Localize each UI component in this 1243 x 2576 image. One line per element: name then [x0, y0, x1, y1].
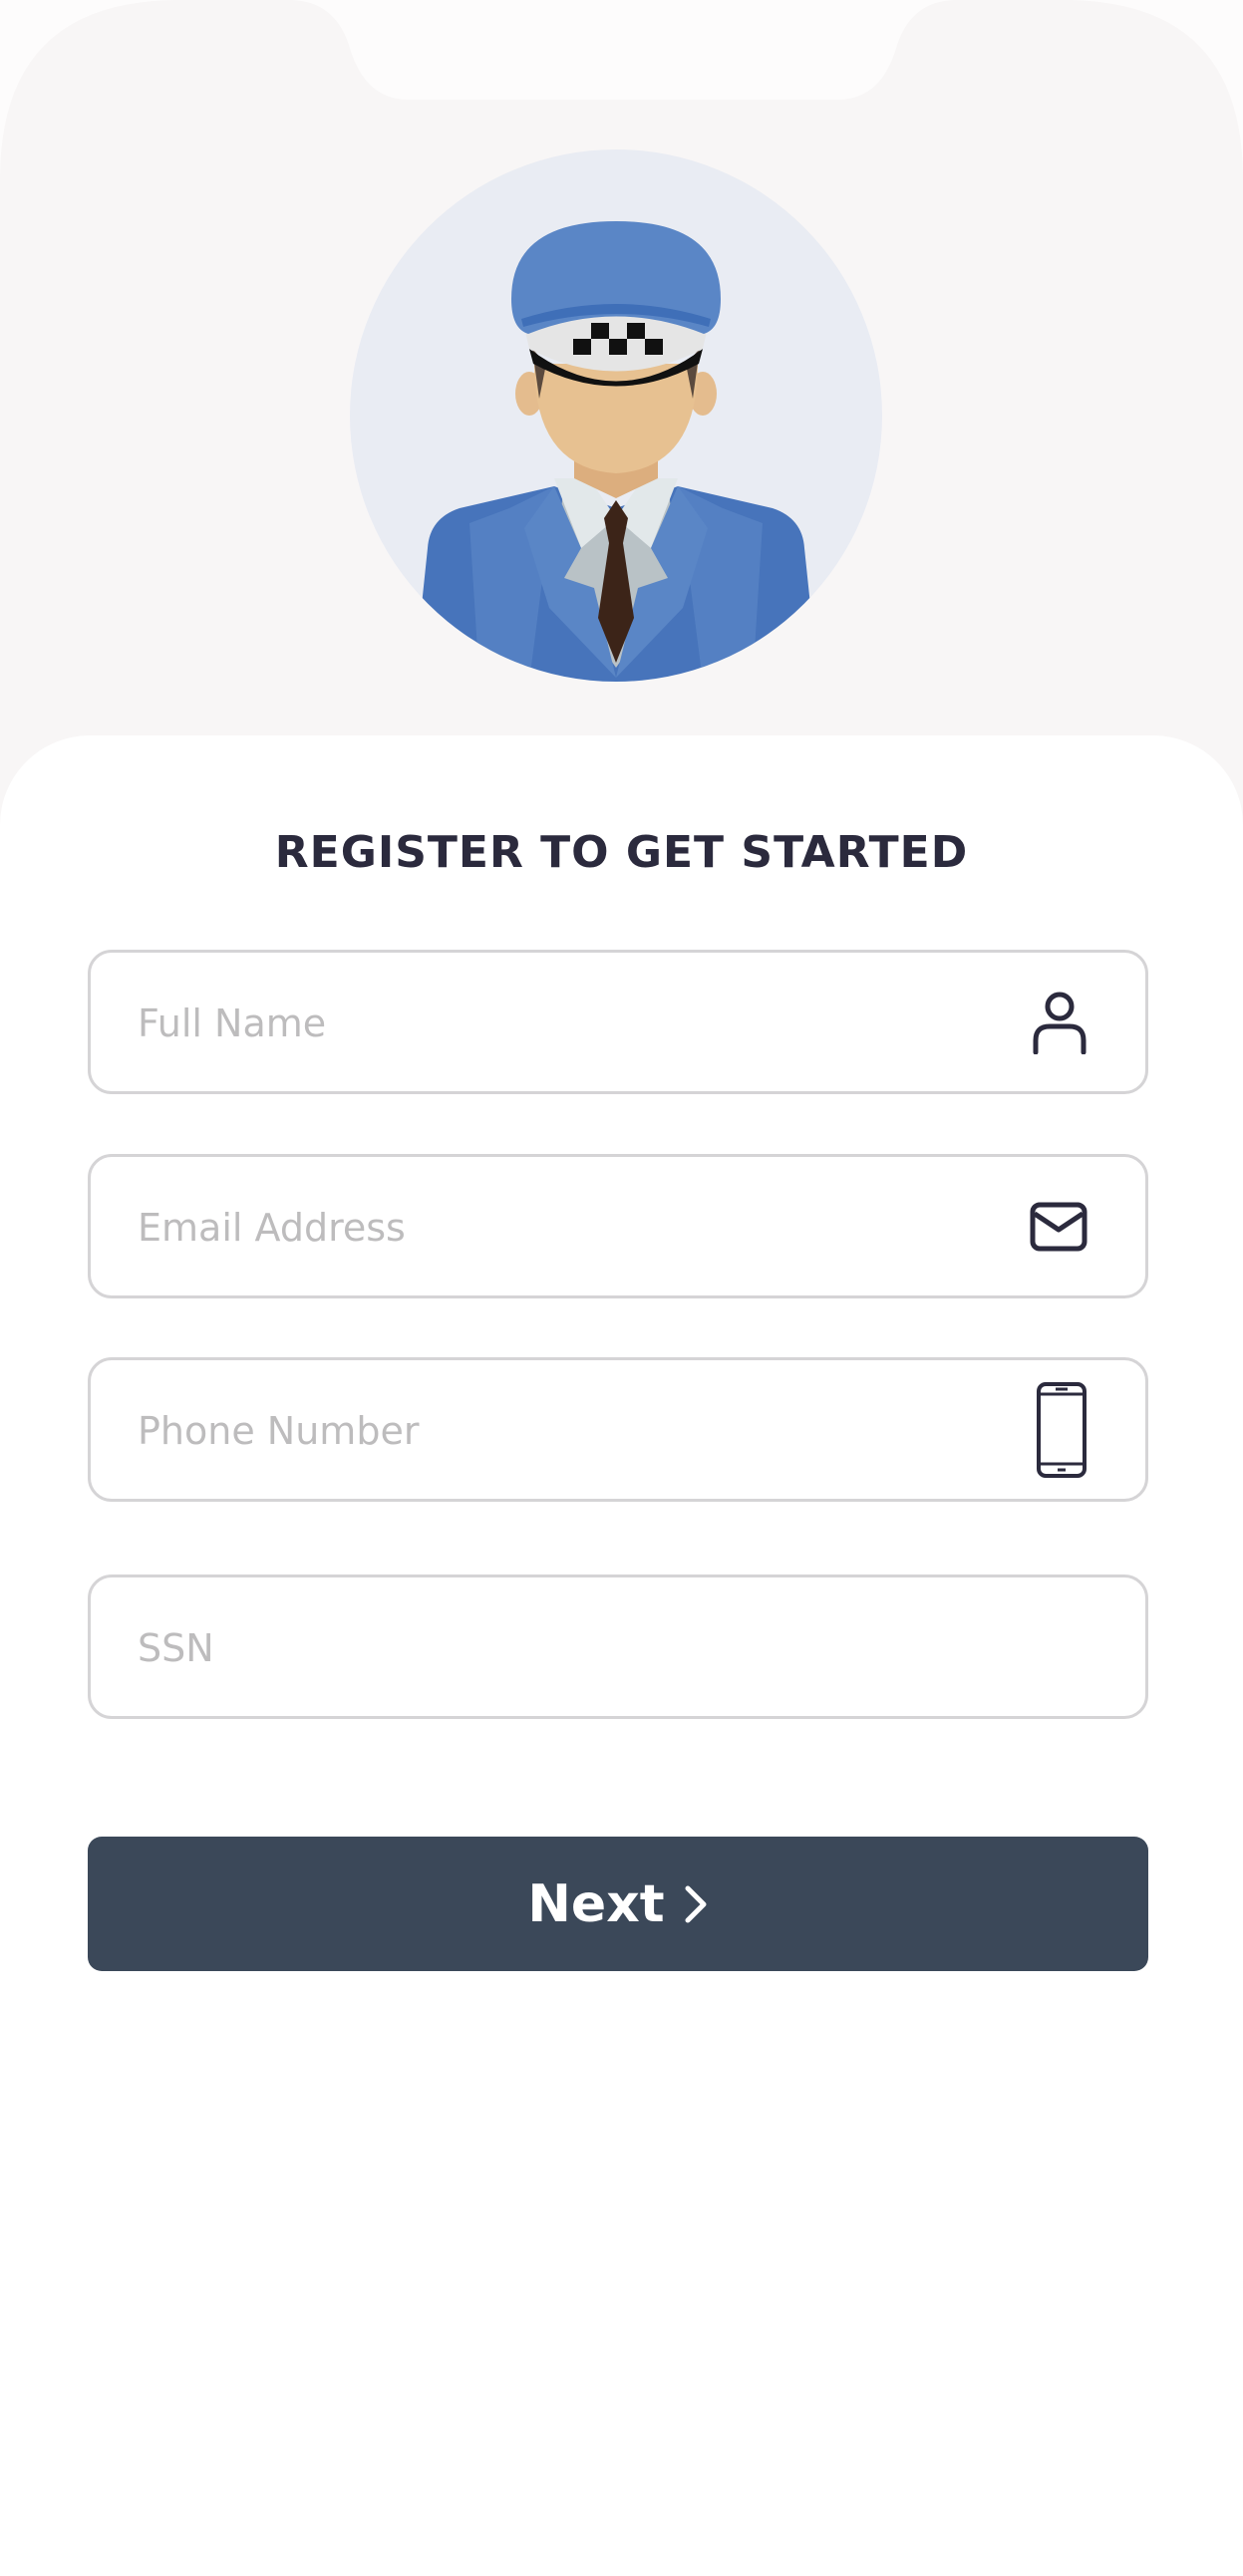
mail-icon	[1030, 1202, 1088, 1252]
phone-icon	[1036, 1381, 1088, 1479]
email-input[interactable]	[136, 1157, 1017, 1297]
full-name-field[interactable]	[88, 950, 1148, 1094]
next-button-label: Next	[527, 1873, 665, 1934]
user-icon	[1032, 991, 1088, 1054]
ssn-input[interactable]	[136, 1577, 1017, 1718]
chevron-right-icon	[683, 1884, 709, 1924]
full-name-input[interactable]	[136, 953, 1017, 1093]
phone-input[interactable]	[136, 1360, 1017, 1501]
next-button[interactable]: Next	[88, 1837, 1148, 1971]
page-title: REGISTER TO GET STARTED	[274, 827, 969, 878]
taxi-driver-avatar-icon	[350, 149, 882, 682]
email-field[interactable]	[88, 1154, 1148, 1298]
ssn-field[interactable]	[88, 1574, 1148, 1719]
phone-field[interactable]	[88, 1357, 1148, 1502]
